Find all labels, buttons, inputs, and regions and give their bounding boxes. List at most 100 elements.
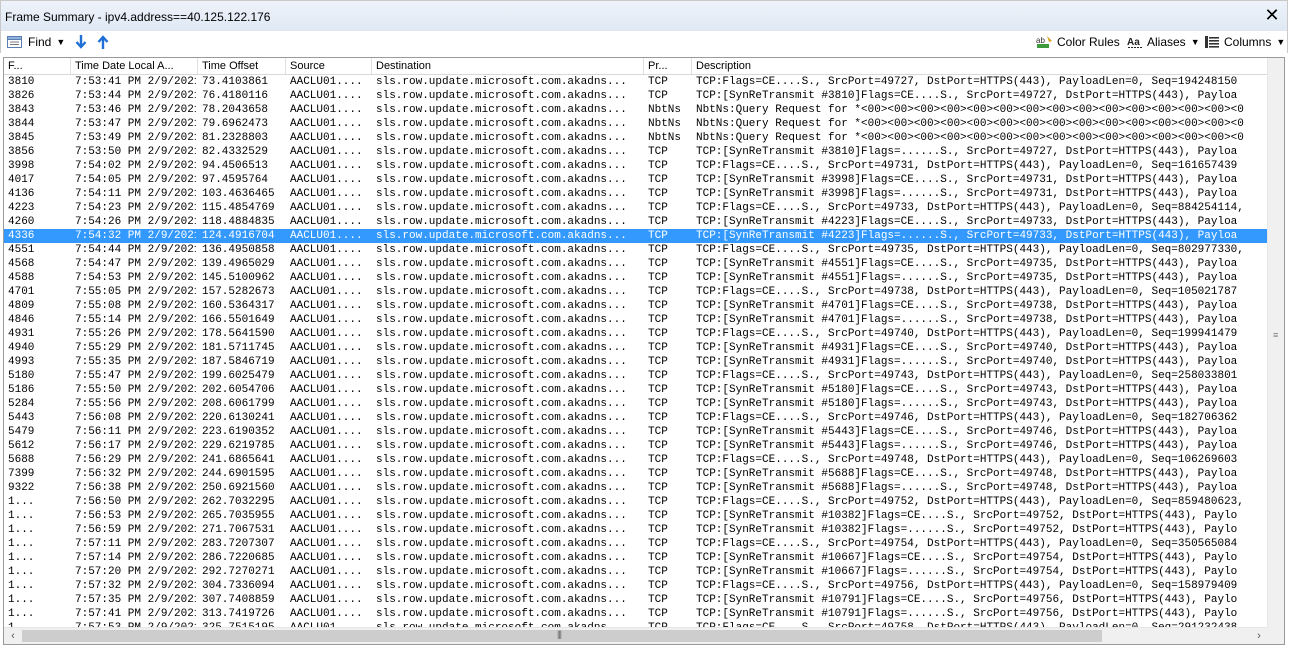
find-button[interactable]: Find ▼ (7, 33, 65, 51)
table-row[interactable]: 1... 7:56:50 PM 2/9/2021 262.7032295 AACLU0… (4, 495, 1268, 509)
columns-button[interactable]: Columns ▼ (1205, 33, 1285, 51)
cell-source: AACLU01.... (290, 272, 363, 284)
columns-label: Columns (1224, 35, 1272, 49)
svg-text:Aa: Aa (1127, 37, 1140, 48)
horizontal-scroll-thumb[interactable]: ||| (22, 629, 1102, 642)
table-row[interactable]: 4260 7:54:26 PM 2/9/2021 118.4884835 AACLU0… (4, 215, 1268, 229)
table-row[interactable]: 1... 7:57:14 PM 2/9/2021 286.7220685 AACLU0… (4, 551, 1268, 565)
find-previous-button[interactable] (97, 33, 109, 51)
cell-source: AACLU01.... (290, 90, 363, 102)
vertical-scrollbar[interactable]: ≡ (1267, 58, 1284, 627)
table-row[interactable]: 4568 7:54:47 PM 2/9/2021 139.4965029 AACLU0… (4, 257, 1268, 271)
cell-protocol: TCP (648, 538, 668, 550)
find-next-button[interactable] (75, 33, 87, 51)
column-header-source[interactable]: Source (286, 58, 372, 74)
table-row[interactable]: 1... 7:57:32 PM 2/9/2021 304.7336094 AACLU0… (4, 579, 1268, 593)
cell-protocol: TCP (648, 272, 668, 284)
table-row[interactable]: 4701 7:55:05 PM 2/9/2021 157.5282673 AACLU0… (4, 285, 1268, 299)
column-header-destination[interactable]: Destination (372, 58, 644, 74)
horizontal-scrollbar[interactable]: ‹ ||| › (4, 627, 1268, 644)
column-header-protocol[interactable]: Pr... (644, 58, 692, 74)
cell-time-offset: 199.6025479 (202, 370, 275, 382)
table-row[interactable]: 3845 7:53:49 PM 2/9/2021 81.2328803 AACLU01… (4, 131, 1268, 145)
table-row[interactable]: 4993 7:55:35 PM 2/9/2021 187.5846719 AACLU0… (4, 355, 1268, 369)
cell-destination: sls.row.update.microsoft.com.akadns... (376, 538, 627, 550)
cell-protocol: TCP (648, 398, 668, 410)
table-row[interactable]: 1... 7:57:35 PM 2/9/2021 307.7408859 AACLU0… (4, 593, 1268, 607)
cell-protocol: TCP (648, 174, 668, 186)
scroll-grip-icon: ||| (557, 629, 562, 639)
cell-time-date: 7:56:17 PM 2/9/2021 (75, 440, 196, 452)
table-row[interactable]: 5443 7:56:08 PM 2/9/2021 220.6130241 AACLU0… (4, 411, 1268, 425)
cell-destination: sls.row.update.microsoft.com.akadns... (376, 468, 627, 480)
table-row[interactable]: 3998 7:54:02 PM 2/9/2021 94.4506513 AACLU01… (4, 159, 1268, 173)
cell-time-offset: 262.7032295 (202, 496, 275, 508)
table-row[interactable]: 4136 7:54:11 PM 2/9/2021 103.4636465 AACLU0… (4, 187, 1268, 201)
cell-time-offset: 145.5100962 (202, 272, 275, 284)
table-row[interactable]: 4551 7:54:44 PM 2/9/2021 136.4950858 AACLU0… (4, 243, 1268, 257)
cell-description: TCP:[SynReTransmit #3998]Flags=......S.,… (696, 188, 1238, 200)
table-row[interactable]: 4846 7:55:14 PM 2/9/2021 166.5501649 AACLU0… (4, 313, 1268, 327)
cell-time-date: 7:54:32 PM 2/9/2021 (75, 230, 196, 242)
table-row[interactable]: 4588 7:54:53 PM 2/9/2021 145.5100962 AACLU0… (4, 271, 1268, 285)
table-row[interactable]: 1... 7:56:53 PM 2/9/2021 265.7035955 AACLU0… (4, 509, 1268, 523)
cell-source: AACLU01.... (290, 342, 363, 354)
table-row[interactable]: 4223 7:54:23 PM 2/9/2021 115.4854769 AACLU0… (4, 201, 1268, 215)
table-row[interactable]: 1... 7:57:41 PM 2/9/2021 313.7419726 AACLU0… (4, 607, 1268, 621)
close-icon[interactable]: ✕ (1263, 6, 1281, 24)
cell-destination: sls.row.update.microsoft.com.akadns... (376, 370, 627, 382)
column-header-description[interactable]: Description (692, 58, 1268, 74)
cell-frame-number: 1... (8, 496, 35, 508)
table-row[interactable]: 5688 7:56:29 PM 2/9/2021 241.6865641 AACLU0… (4, 453, 1268, 467)
table-row[interactable]: 1... 7:57:20 PM 2/9/2021 292.7270271 AACLU0… (4, 565, 1268, 579)
cell-time-date: 7:56:29 PM 2/9/2021 (75, 454, 196, 466)
cell-time-date: 7:56:50 PM 2/9/2021 (75, 496, 196, 508)
table-row[interactable]: 4931 7:55:26 PM 2/9/2021 178.5641590 AACLU0… (4, 327, 1268, 341)
cell-destination: sls.row.update.microsoft.com.akadns... (376, 524, 627, 536)
cell-description: TCP:[SynReTransmit #4701]Flags=CE....S.,… (696, 300, 1238, 312)
color-rules-button[interactable]: ab Color Rules (1036, 33, 1120, 51)
cell-time-date: 7:53:47 PM 2/9/2021 (75, 118, 196, 130)
cell-destination: sls.row.update.microsoft.com.akadns... (376, 328, 627, 340)
cell-frame-number: 3844 (8, 118, 35, 130)
cell-time-offset: 187.5846719 (202, 356, 275, 368)
table-row[interactable]: 9322 7:56:38 PM 2/9/2021 250.6921560 AACLU0… (4, 481, 1268, 495)
column-header-time-date[interactable]: Time Date Local A... (71, 58, 198, 74)
table-row[interactable]: 5479 7:56:11 PM 2/9/2021 223.6190352 AACLU0… (4, 425, 1268, 439)
table-row[interactable]: 5612 7:56:17 PM 2/9/2021 229.6219785 AACLU0… (4, 439, 1268, 453)
table-row[interactable]: 3844 7:53:47 PM 2/9/2021 79.6962473 AACLU01… (4, 117, 1268, 131)
cell-time-offset: 244.6901595 (202, 468, 275, 480)
table-row[interactable]: 4940 7:55:29 PM 2/9/2021 181.5711745 AACLU0… (4, 341, 1268, 355)
table-row[interactable]: 1... 7:56:59 PM 2/9/2021 271.7067531 AACLU0… (4, 523, 1268, 537)
aliases-button[interactable]: Aa Aliases ▼ (1127, 33, 1200, 51)
cell-source: AACLU01.... (290, 510, 363, 522)
table-row[interactable]: 3843 7:53:46 PM 2/9/2021 78.2043658 AACLU01… (4, 103, 1268, 117)
scroll-left-icon[interactable]: ‹ (5, 629, 21, 643)
cell-time-date: 7:55:29 PM 2/9/2021 (75, 342, 196, 354)
cell-protocol: TCP (648, 314, 668, 326)
cell-destination: sls.row.update.microsoft.com.akadns... (376, 510, 627, 522)
table-row[interactable]: 3810 7:53:41 PM 2/9/2021 73.4103861 AACLU01… (4, 75, 1268, 89)
table-row[interactable]: 4809 7:55:08 PM 2/9/2021 160.5364317 AACLU0… (4, 299, 1268, 313)
table-row[interactable]: 7399 7:56:32 PM 2/9/2021 244.6901595 AACLU0… (4, 467, 1268, 481)
table-row[interactable]: 3856 7:53:50 PM 2/9/2021 82.4332529 AACLU01… (4, 145, 1268, 159)
column-header-frame-number[interactable]: F... (4, 58, 71, 74)
cell-protocol: TCP (648, 76, 668, 88)
cell-frame-number: 4846 (8, 314, 35, 326)
cell-frame-number: 5284 (8, 398, 35, 410)
cell-protocol: TCP (648, 468, 668, 480)
table-row[interactable]: 3826 7:53:44 PM 2/9/2021 76.4180116 AACLU01… (4, 89, 1268, 103)
cell-description: TCP:Flags=CE....S., SrcPort=49735, DstPo… (696, 244, 1244, 256)
table-row[interactable]: 1... 7:57:11 PM 2/9/2021 283.7207307 AACLU0… (4, 537, 1268, 551)
cell-protocol: TCP (648, 230, 668, 242)
table-row[interactable]: 4336 7:54:32 PM 2/9/2021 124.4916704 AACLU0… (4, 229, 1268, 243)
table-row[interactable]: 5186 7:55:50 PM 2/9/2021 202.6054706 AACLU0… (4, 383, 1268, 397)
frame-summary-grid[interactable]: F... Time Date Local A... Time Offset So… (3, 57, 1285, 645)
cell-time-date: 7:55:26 PM 2/9/2021 (75, 328, 196, 340)
table-row[interactable]: 4017 7:54:05 PM 2/9/2021 97.4595764 AACLU01… (4, 173, 1268, 187)
scroll-right-icon[interactable]: › (1251, 629, 1267, 643)
column-header-time-offset[interactable]: Time Offset (198, 58, 286, 74)
table-row[interactable]: 5180 7:55:47 PM 2/9/2021 199.6025479 AACLU0… (4, 369, 1268, 383)
table-row[interactable]: 5284 7:55:56 PM 2/9/2021 208.6061799 AACLU0… (4, 397, 1268, 411)
cell-frame-number: 3810 (8, 76, 35, 88)
